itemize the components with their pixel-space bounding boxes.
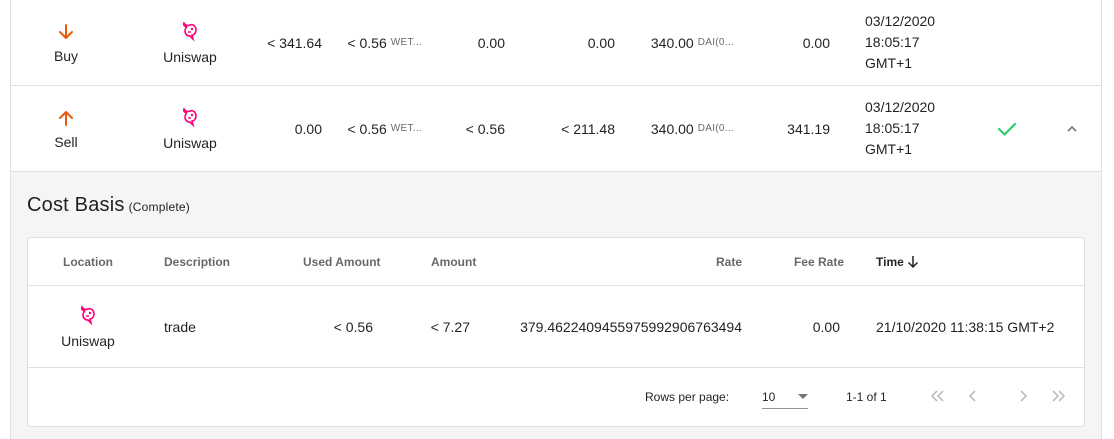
uniswap-logo-icon [179, 20, 201, 45]
trade-value-3: 0.00 [477, 34, 505, 51]
trade-value-6: 0.00 [802, 34, 830, 51]
header-description[interactable]: Description [164, 238, 230, 285]
trade-time-clock: 18:05:17 [865, 120, 920, 136]
trade-location: Uniswap [140, 86, 240, 171]
trade-time: 03/12/2020 18:05:17 GMT+1 [865, 0, 965, 85]
cost-basis-status: (Complete) [128, 200, 190, 214]
chevron-up-icon[interactable] [1060, 86, 1084, 171]
trade-value-5: 340.00 DAI(0... [630, 0, 734, 85]
cost-basis-panel: Cost Basis (Complete) Location Descriptio… [11, 172, 1101, 439]
uniswap-logo-icon [77, 304, 99, 329]
trade-value-5: 340.00 DAI(0... [630, 86, 734, 171]
trade-value-1: < 341.64 [267, 34, 322, 51]
cost-basis-table: Location Description Used Amount Amount … [27, 237, 1085, 427]
arrow-down-icon [58, 22, 74, 42]
trade-type: Buy [36, 0, 96, 85]
table-row[interactable]: Uniswap trade < 0.56 < 7.27 379.46224094… [28, 286, 1084, 368]
cost-basis-heading: Cost Basis [27, 194, 125, 216]
trade-value-2: < 0.56 WET... [340, 86, 422, 171]
row-location: Uniswap [58, 286, 118, 367]
trade-time: 03/12/2020 18:05:17 GMT+1 [865, 86, 965, 171]
trade-time-zone: GMT+1 [865, 55, 913, 71]
row-fee-rate: 0.00 [812, 318, 840, 335]
header-time[interactable]: Time [876, 238, 919, 285]
next-page-icon[interactable] [1011, 384, 1035, 408]
rows-per-page-label: Rows per page: [645, 390, 730, 404]
rows-per-page-select[interactable]: 10 [762, 386, 808, 409]
trade-value-5-amount: 340.00 [650, 34, 694, 51]
previous-page-icon[interactable] [961, 384, 985, 408]
trade-value-3: < 0.56 [465, 120, 505, 137]
header-location[interactable]: Location [63, 238, 113, 285]
trade-value-2-unit: WET... [390, 37, 422, 48]
trade-type-label: Sell [54, 133, 78, 150]
header-used-amount[interactable]: Used Amount [303, 238, 381, 285]
location-label: Uniswap [61, 333, 115, 349]
trade-value-2-unit: WET... [390, 123, 422, 134]
rows-per-page-value: 10 [762, 390, 776, 404]
trade-value-5-unit: DAI(0... [697, 37, 734, 48]
trade-value-5-amount: 340.00 [650, 120, 694, 137]
header-amount[interactable]: Amount [431, 238, 476, 285]
trade-value-6: 341.19 [787, 120, 830, 137]
pagination-range: 1-1 of 1 [846, 390, 887, 404]
row-description: trade [164, 318, 196, 335]
first-page-icon[interactable] [925, 384, 949, 408]
trade-type: Sell [36, 86, 96, 171]
location-label: Uniswap [163, 49, 217, 65]
trade-time-date: 03/12/2020 [865, 13, 936, 29]
header-rate[interactable]: Rate [668, 238, 742, 285]
header-fee-rate[interactable]: Fee Rate [788, 238, 844, 285]
row-amount: < 7.27 [430, 318, 470, 335]
uniswap-logo-icon [179, 106, 201, 131]
trade-time-date: 03/12/2020 [865, 99, 936, 115]
last-page-icon[interactable] [1047, 384, 1071, 408]
trade-value-5-unit: DAI(0... [697, 123, 734, 134]
sort-descending-icon [907, 255, 919, 269]
table-header: Location Description Used Amount Amount … [28, 238, 1084, 286]
table-pagination: Rows per page: 10 1-1 of 1 [28, 368, 1084, 426]
trade-time-clock: 18:05:17 [865, 34, 920, 50]
row-rate: 379.46224094559759929067634​94 [520, 318, 742, 335]
arrow-up-icon [58, 108, 74, 128]
row-time: 21/10/2020 11:38:15 GMT+2 [876, 318, 1055, 335]
trade-value-2: < 0.56 WET... [340, 0, 422, 85]
trade-location: Uniswap [140, 0, 240, 85]
trade-value-1: 0.00 [294, 120, 322, 137]
location-label: Uniswap [163, 135, 217, 151]
row-used-amount: < 0.56 [333, 318, 373, 335]
trade-value-2-amount: < 0.56 [347, 34, 387, 51]
dropdown-arrow-icon [798, 394, 808, 400]
trade-value-4: 0.00 [587, 34, 615, 51]
check-icon [992, 86, 1022, 171]
table-row[interactable]: Sell Uniswap 0.00 < 0.56 WET... < 0.56 < … [10, 86, 1102, 172]
trade-value-2-amount: < 0.56 [347, 120, 387, 137]
trade-time-zone: GMT+1 [865, 141, 913, 157]
table-row[interactable]: Buy Uniswap < 341.64 < 0.56 WET... 0.00 0… [10, 0, 1102, 86]
header-time-label: Time [876, 254, 904, 269]
trade-type-label: Buy [53, 47, 79, 64]
trade-value-4: < 211.48 [561, 120, 615, 137]
cost-basis-title: Cost Basis (Complete) [27, 194, 190, 217]
